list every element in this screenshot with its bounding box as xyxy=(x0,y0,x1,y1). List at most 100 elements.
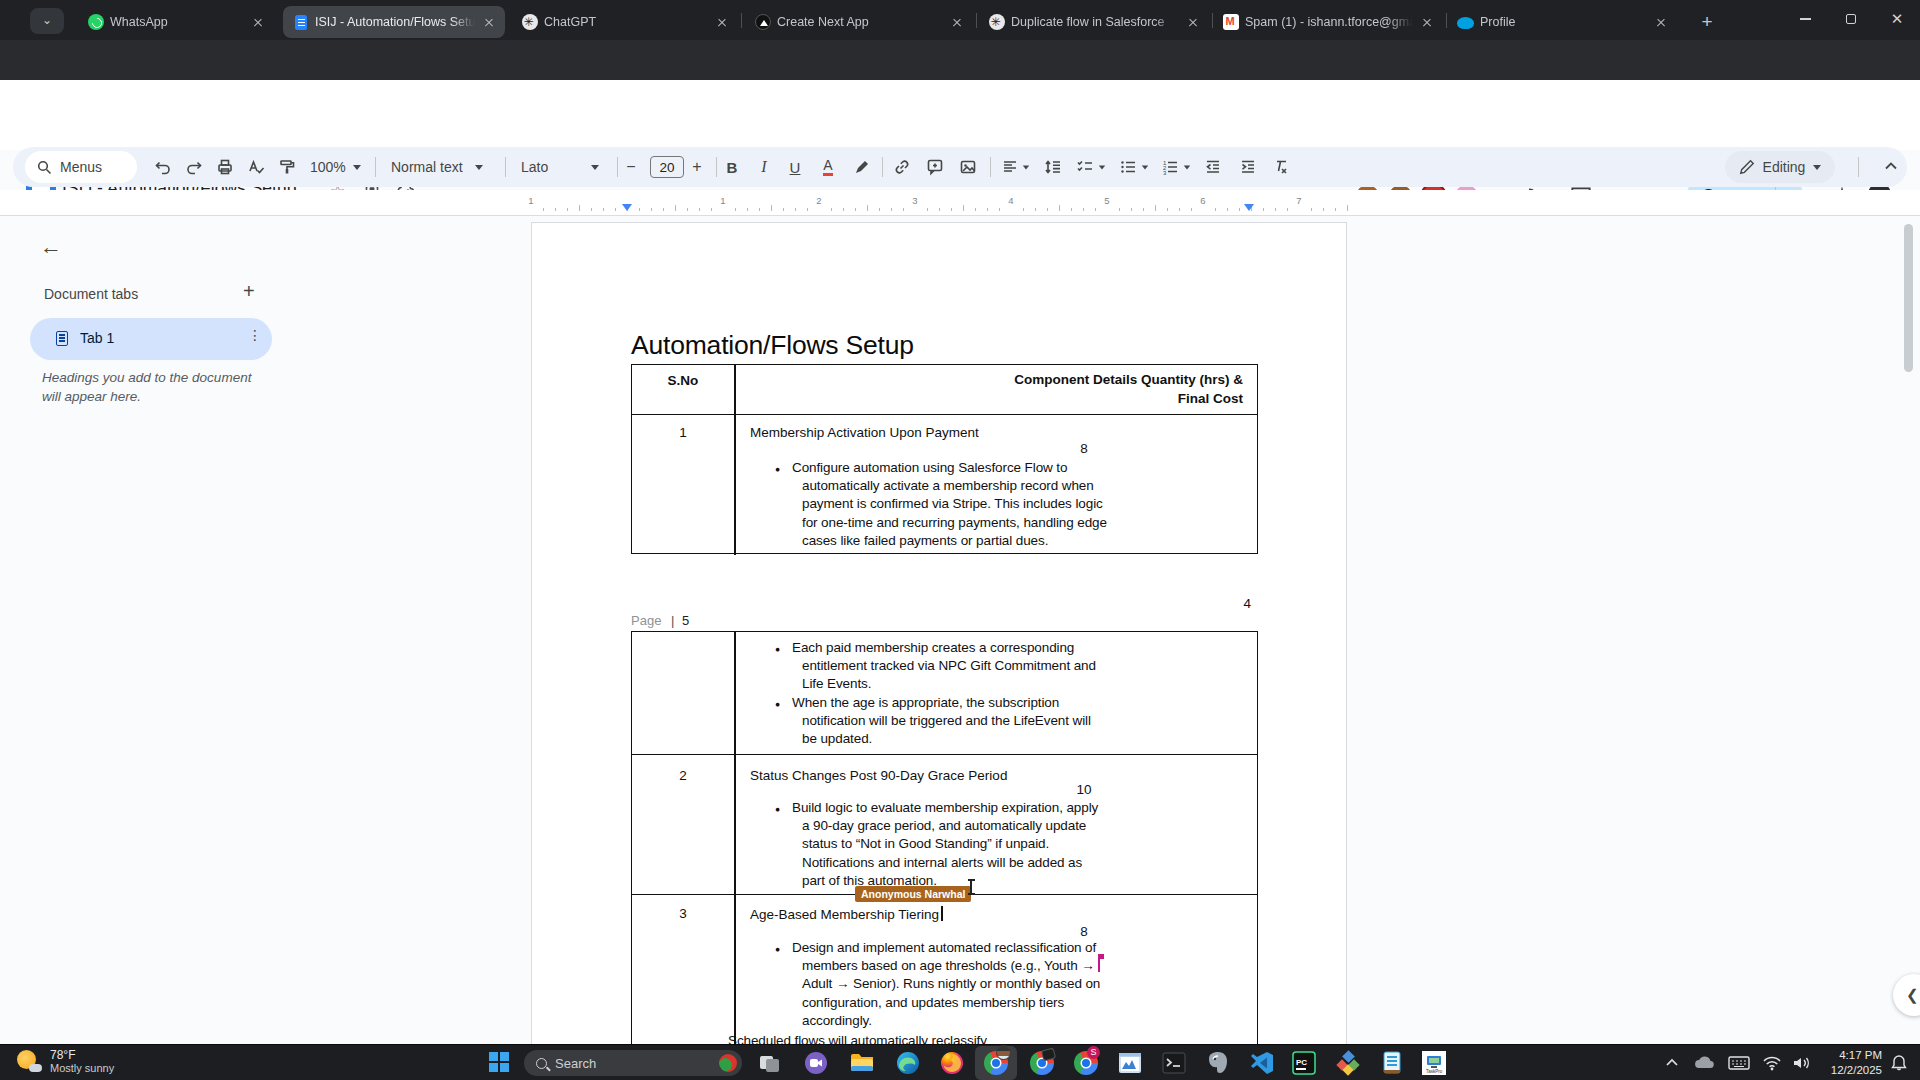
print-icon[interactable] xyxy=(211,147,239,187)
firefox-icon[interactable] xyxy=(938,1049,966,1077)
notification-bell-icon[interactable] xyxy=(1890,1045,1908,1080)
headings-hint: Headings you add to the documentwill app… xyxy=(42,368,251,406)
browser-tab-7[interactable]: Profile xyxy=(1447,6,1677,38)
onedrive-icon[interactable] xyxy=(1694,1045,1716,1080)
font-select[interactable]: Lato xyxy=(521,147,548,187)
chrome-main-icon[interactable] xyxy=(982,1049,1010,1077)
underline-icon[interactable]: U xyxy=(781,147,809,187)
checklist-caret[interactable] xyxy=(1088,147,1116,187)
pycharm-icon[interactable]: PC xyxy=(1290,1049,1318,1077)
vscode-icon[interactable] xyxy=(1248,1049,1276,1077)
terminal-icon[interactable] xyxy=(1160,1049,1188,1077)
wifi-icon[interactable] xyxy=(1762,1045,1782,1080)
paragraph-style-select[interactable]: Normal text xyxy=(391,147,463,187)
add-tab-icon[interactable]: + xyxy=(243,280,255,303)
sidebar-tab-1[interactable]: Tab 1 ⋮ xyxy=(30,318,272,360)
browser-tab-2[interactable]: ISIJ - Automation/Flows Setup xyxy=(283,6,505,38)
tab-close-icon[interactable] xyxy=(1185,14,1201,30)
line-spacing-icon[interactable] xyxy=(1039,147,1067,187)
plus-icon[interactable]: + xyxy=(683,147,711,187)
paragraph-style-select-caret[interactable] xyxy=(475,147,483,187)
back-arrow-icon[interactable]: ← xyxy=(40,234,62,260)
align-caret[interactable] xyxy=(1012,147,1040,187)
tab-label: WhatsApp xyxy=(110,15,244,29)
menus-search-button[interactable]: Menus xyxy=(25,151,137,183)
browser-tab-5[interactable]: Duplicate flow in Salesforce xyxy=(979,6,1209,38)
bullet-caret[interactable] xyxy=(1131,147,1159,187)
font-select-caret[interactable] xyxy=(591,147,599,187)
new-tab-button[interactable]: + xyxy=(1694,9,1720,35)
tray-expand-icon[interactable] xyxy=(1664,1045,1680,1080)
tab-close-icon[interactable] xyxy=(949,14,965,30)
tab-label: Duplicate flow in Salesforce xyxy=(1011,15,1179,29)
tab-search-button[interactable]: ⌄ xyxy=(30,8,64,34)
hide-side-panel-button[interactable]: ❮ xyxy=(1893,974,1920,1016)
browser-tab-6[interactable]: Spam (1) - ishann.tforce@gmai xyxy=(1213,6,1443,38)
paint-format-icon[interactable] xyxy=(273,147,301,187)
minus-icon[interactable]: − xyxy=(617,147,645,187)
volume-icon[interactable] xyxy=(1792,1045,1812,1080)
minimize-button[interactable] xyxy=(1782,0,1828,38)
edge-icon[interactable] xyxy=(894,1049,922,1077)
browser-tab-3[interactable]: ChatGPT xyxy=(512,6,738,38)
browser-tab-1[interactable]: WhatsApp xyxy=(78,6,274,38)
add-comment-icon[interactable] xyxy=(921,147,949,187)
hide-menus-icon[interactable] xyxy=(1881,156,1901,176)
table-row: 1Membership Activation Upon Payment8●Con… xyxy=(632,414,1257,555)
outdent-icon[interactable] xyxy=(1199,147,1227,187)
tab-close-icon[interactable] xyxy=(714,14,730,30)
font-size-input[interactable]: 20 xyxy=(650,156,684,178)
editing-mode-button[interactable]: Editing xyxy=(1725,151,1835,183)
taskbar-search[interactable]: Search xyxy=(524,1050,742,1076)
taskpro-icon[interactable]: TaskPro xyxy=(1420,1049,1448,1077)
italic-icon[interactable]: I xyxy=(750,147,778,187)
doc-heading: Automation/Flows Setup xyxy=(631,330,914,361)
vercel-icon xyxy=(755,14,771,30)
document-canvas: ← Document tabs + Tab 1 ⋮ Headings you a… xyxy=(0,216,1920,1044)
scrollbar-thumb[interactable] xyxy=(1904,224,1913,372)
ibeam-cursor xyxy=(970,880,972,894)
taskbar-clock[interactable]: 4:17 PM12/2/2025 xyxy=(1826,1048,1882,1078)
tab-close-icon[interactable] xyxy=(481,14,497,30)
zoom-select-caret[interactable] xyxy=(353,147,361,187)
redo-icon[interactable] xyxy=(180,147,208,187)
weather-widget[interactable]: 78°FMostly sunny xyxy=(16,1048,114,1074)
chat-icon[interactable] xyxy=(802,1049,830,1077)
task-manager-icon[interactable] xyxy=(1116,1049,1144,1077)
touch-keyboard-icon[interactable] xyxy=(1728,1045,1750,1080)
tab-close-icon[interactable] xyxy=(1653,14,1669,30)
right-indent-marker[interactable] xyxy=(1244,204,1254,211)
maximize-button[interactable] xyxy=(1828,0,1874,38)
start-button[interactable] xyxy=(486,1049,514,1077)
highlight-icon[interactable] xyxy=(848,147,876,187)
tab-close-icon[interactable] xyxy=(1419,14,1435,30)
zoom-select[interactable]: 100% xyxy=(310,147,346,187)
task-view-icon[interactable] xyxy=(756,1049,784,1077)
browser-tab-4[interactable]: Create Next App xyxy=(745,6,973,38)
close-button[interactable]: ✕ xyxy=(1874,0,1920,38)
bold-icon[interactable]: B xyxy=(718,147,746,187)
clear-format-icon[interactable] xyxy=(1267,147,1295,187)
chrome-2-icon[interactable] xyxy=(1028,1049,1056,1077)
chrome-s-icon[interactable]: S xyxy=(1072,1049,1100,1077)
indent-icon[interactable] xyxy=(1234,147,1262,187)
numbered-caret[interactable] xyxy=(1173,147,1201,187)
tab-options-icon[interactable]: ⋮ xyxy=(248,327,262,343)
tab-label: Profile xyxy=(1480,15,1647,29)
file-explorer-icon[interactable] xyxy=(848,1049,876,1077)
text-color-icon[interactable]: A xyxy=(814,147,842,187)
notepad-icon[interactable] xyxy=(1378,1049,1406,1077)
insert-link-icon[interactable] xyxy=(888,147,916,187)
doc-table-2: ●Each paid membership creates a correspo… xyxy=(631,631,1258,1080)
table-row: ●Each paid membership creates a correspo… xyxy=(632,632,1257,754)
postgresql-icon[interactable] xyxy=(1204,1049,1232,1077)
search-icon xyxy=(37,160,52,175)
document-page[interactable]: Automation/Flows Setup S.NoComponent Det… xyxy=(531,222,1347,1044)
undo-icon[interactable] xyxy=(149,147,177,187)
google-docs-icon xyxy=(295,15,307,30)
insert-image-icon[interactable] xyxy=(954,147,982,187)
left-indent-marker[interactable] xyxy=(622,204,632,211)
spellcheck-icon[interactable] xyxy=(242,147,270,187)
drawio-icon[interactable] xyxy=(1334,1049,1362,1077)
tab-close-icon[interactable] xyxy=(250,14,266,30)
